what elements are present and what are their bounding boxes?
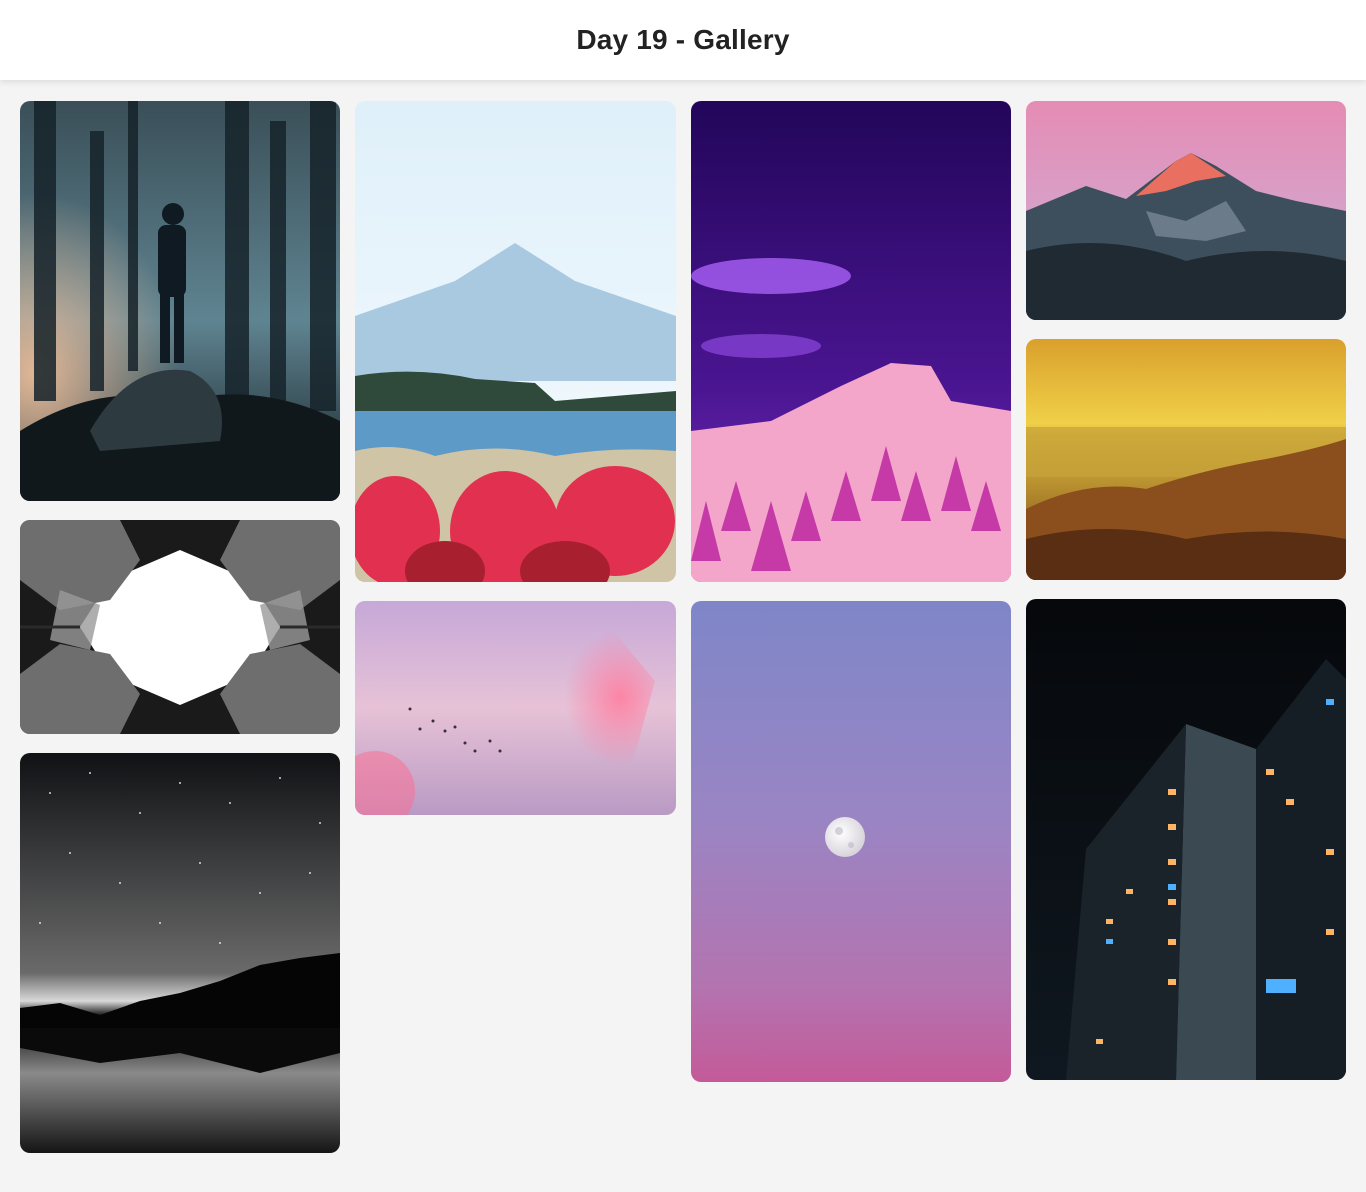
forest-astronaut-photo[interactable] xyxy=(20,101,340,501)
page-header: Day 19 - Gallery xyxy=(0,0,1366,80)
sunset-peak-photo[interactable] xyxy=(1026,101,1346,320)
starry-lake-photo[interactable] xyxy=(20,753,340,1153)
purple-mountain-photo[interactable] xyxy=(691,101,1011,582)
page-title: Day 19 - Gallery xyxy=(576,24,790,55)
moon-gradient-photo[interactable] xyxy=(691,601,1011,1082)
kaleidoscope-architecture-photo[interactable] xyxy=(20,520,340,734)
mount-fuji-lake-photo[interactable] xyxy=(355,101,676,582)
night-building-photo[interactable] xyxy=(1026,599,1346,1080)
pink-sky-birds-photo[interactable] xyxy=(355,601,676,815)
golden-sea-photo[interactable] xyxy=(1026,339,1346,580)
gallery-grid xyxy=(0,0,1366,1192)
